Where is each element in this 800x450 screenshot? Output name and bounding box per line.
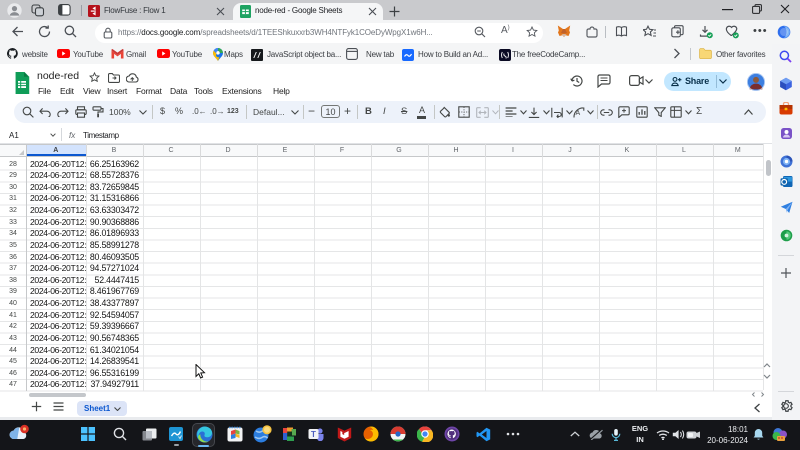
svg-text:T: T	[311, 430, 316, 439]
svg-text:A: A	[576, 110, 581, 117]
